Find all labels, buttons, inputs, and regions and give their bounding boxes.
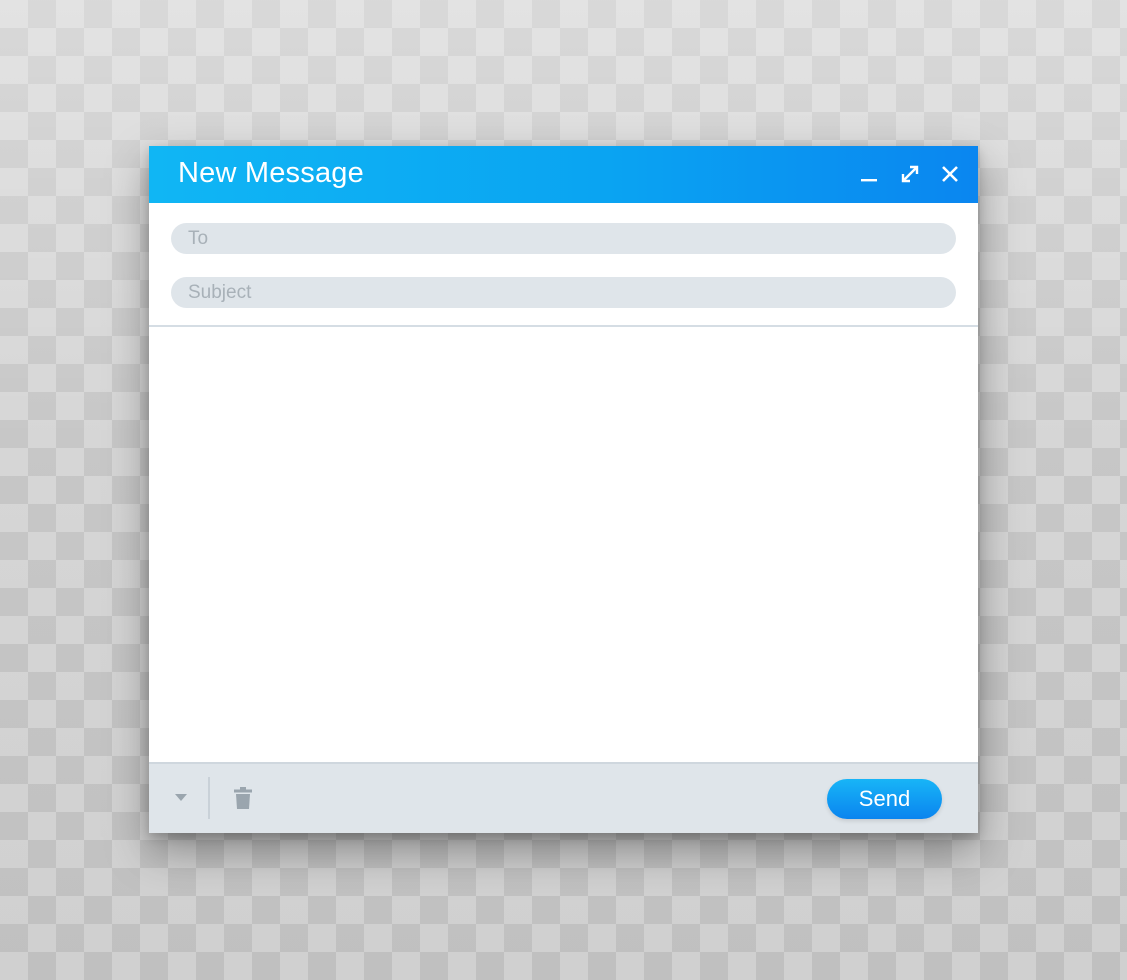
- to-field[interactable]: [171, 223, 956, 254]
- subject-field[interactable]: [171, 277, 956, 308]
- close-button[interactable]: [936, 160, 964, 188]
- message-body[interactable]: [149, 327, 978, 762]
- maximize-button[interactable]: [896, 160, 924, 188]
- footer-separator: [208, 777, 210, 819]
- minimize-button[interactable]: [855, 160, 883, 188]
- title-bar[interactable]: New Message: [149, 146, 978, 203]
- minimize-icon: [861, 179, 877, 182]
- discard-button[interactable]: [231, 785, 255, 811]
- compose-footer: Send: [149, 762, 978, 833]
- compose-window: New Message To Subject Send: [149, 146, 978, 833]
- maximize-icon: [901, 165, 919, 183]
- send-button[interactable]: Send: [827, 779, 942, 819]
- caret-down-icon: [175, 794, 187, 801]
- close-icon: [942, 166, 958, 182]
- trash-icon: [234, 787, 252, 809]
- more-options-dropdown[interactable]: [169, 786, 193, 810]
- window-title: New Message: [178, 157, 364, 189]
